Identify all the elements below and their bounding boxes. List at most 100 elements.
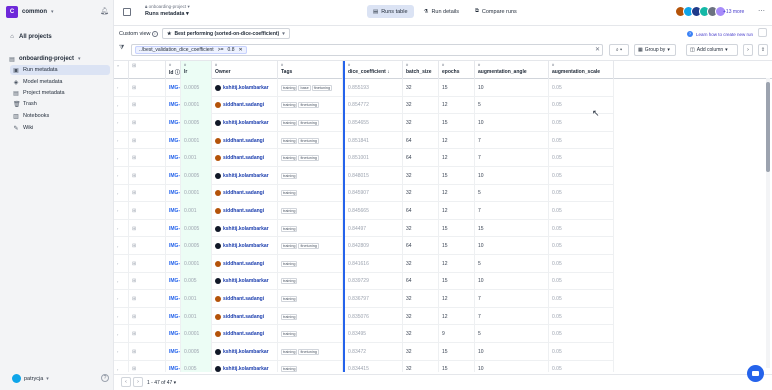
table-cell[interactable]: 7 (475, 202, 549, 220)
table-cell[interactable]: training (278, 325, 343, 343)
table-cell[interactable]: 0.0001 (181, 131, 212, 150)
table-cell[interactable]: siddhant.sadangi (212, 307, 278, 326)
table-cell[interactable]: 0.05 (549, 114, 614, 132)
breadcrumb[interactable]: 🔒︎ onboarding-project ▾ (145, 4, 190, 10)
table-cell[interactable]: ⊞ (129, 272, 166, 291)
table-cell[interactable]: 0.851841 (343, 131, 403, 150)
table-cell[interactable]: ⊞ (129, 360, 166, 372)
column-header-pin-col[interactable]: ⊞ (129, 61, 166, 79)
run-id-link[interactable]: IMG-232 (169, 138, 180, 144)
table-cell[interactable]: 0.0005 (181, 79, 212, 97)
table-cell[interactable]: IMG-155 (166, 79, 181, 97)
table-cell[interactable]: 0.835076 (343, 307, 403, 326)
table-row[interactable]: › ⊞ IMG-151 0.0005 kshitij.kolambarkar traini… (114, 167, 614, 185)
table-cell[interactable]: 32 (403, 167, 439, 185)
expand-row-icon[interactable]: › (117, 332, 118, 337)
sidebar-item-wiki[interactable]: ✎ Wiki (10, 123, 110, 133)
table-cell[interactable]: 0.848015 (343, 167, 403, 185)
tag-badge[interactable]: training (281, 155, 298, 162)
table-cell[interactable]: 0.001 (181, 307, 212, 326)
table-cell[interactable]: 0.05 (549, 149, 614, 167)
tag-badge[interactable]: training (281, 190, 298, 197)
expand-row-icon[interactable]: › (117, 367, 118, 372)
table-cell[interactable]: 12 (439, 255, 475, 273)
tag-badge[interactable]: training (281, 260, 298, 267)
table-cell[interactable]: 0.0001 (181, 184, 212, 203)
expand-button[interactable]: › (743, 44, 753, 56)
info-icon[interactable]: i (152, 31, 158, 37)
table-cell[interactable]: 5 (475, 325, 549, 343)
table-cell[interactable]: ⊞ (129, 290, 166, 308)
table-cell[interactable]: ⊞ (129, 167, 166, 185)
table-cell[interactable]: 7 (475, 290, 549, 308)
table-cell[interactable]: 0.841616 (343, 255, 403, 273)
expand-row-icon[interactable]: › (117, 349, 118, 354)
table-cell[interactable]: 0.001 (181, 202, 212, 220)
run-id-link[interactable]: IMG-223 (169, 155, 180, 161)
view-select[interactable]: ★ Best performing (sorted-on-dice-coeffi… (162, 28, 290, 39)
table-cell[interactable]: › (114, 149, 129, 167)
pin-icon[interactable]: ⊞ (132, 138, 136, 144)
table-cell[interactable]: IMG-225 (166, 202, 181, 220)
table-cell[interactable]: 10 (475, 79, 549, 97)
table-row[interactable]: › ⊞ IMG-224 0.001 siddhant.sadangi training 0.… (114, 290, 614, 308)
column-header-expand-col[interactable]: » (114, 61, 129, 79)
table-cell[interactable]: › (114, 96, 129, 115)
table-row[interactable]: › ⊞ IMG-155 0.0005 kshitij.kolambarkar traini… (114, 79, 614, 97)
table-cell[interactable]: 0.851001 (343, 149, 403, 167)
tag-badge[interactable]: training (281, 207, 298, 214)
sidebar-item-notebooks[interactable]: ▥ Notebooks (10, 111, 110, 121)
column-header-id-col[interactable]: # Id ⓘ (166, 61, 181, 79)
add-column-button[interactable]: ◫ Add column ▾ (686, 44, 738, 56)
tag-badge[interactable]: finetuning (298, 243, 319, 250)
table-cell[interactable]: 0.855193 (343, 79, 403, 97)
more-options-icon[interactable]: ⋯ (758, 7, 765, 15)
expand-row-icon[interactable]: › (117, 103, 118, 108)
table-cell[interactable]: 64 (403, 131, 439, 150)
pin-icon[interactable]: ⊞ (132, 349, 136, 355)
expand-row-icon[interactable]: › (117, 208, 118, 213)
table-cell[interactable]: 15 (439, 219, 475, 238)
project-switcher[interactable]: ▤ onboarding-project ▾ (6, 54, 110, 64)
table-cell[interactable]: 15 (439, 360, 475, 372)
table-cell[interactable]: siddhant.sadangi (212, 325, 278, 343)
table-cell[interactable]: siddhant.sadangi (212, 290, 278, 308)
page-range[interactable]: 1 - 47 of 47 ▾ (147, 380, 176, 386)
table-cell[interactable]: IMG-206 (166, 96, 181, 115)
table-cell[interactable]: IMG-198 (166, 255, 181, 273)
table-cell[interactable]: › (114, 114, 129, 132)
table-cell[interactable]: 15 (439, 237, 475, 255)
table-row[interactable]: › ⊞ IMG-148 0.005 kshitij.kolambarkar trainin… (114, 272, 614, 291)
pin-icon[interactable]: ⊞ (132, 173, 136, 179)
table-cell[interactable]: 32 (403, 114, 439, 132)
table-row[interactable]: › ⊞ IMG-199 0.0001 siddhant.sadangi training 0… (114, 184, 614, 203)
view-options-button[interactable] (758, 28, 767, 37)
table-cell[interactable]: 0.0005 (181, 219, 212, 238)
table-cell[interactable]: 12 (439, 131, 475, 150)
table-cell[interactable]: 64 (403, 237, 439, 255)
table-cell[interactable]: training (278, 167, 343, 185)
table-cell[interactable]: training finetuning (278, 131, 343, 150)
table-cell[interactable]: 0.001 (181, 149, 212, 167)
table-cell[interactable]: kshitij.kolambarkar (212, 114, 278, 132)
table-cell[interactable]: IMG-148 (166, 272, 181, 291)
table-cell[interactable]: kshitij.kolambarkar (212, 167, 278, 185)
column-header-lr-col[interactable]: # lr (181, 61, 212, 79)
table-cell[interactable]: IMG-182 (166, 219, 181, 238)
table-cell[interactable]: training (278, 184, 343, 203)
table-cell[interactable]: 10 (475, 114, 549, 132)
table-cell[interactable]: 15 (439, 114, 475, 132)
table-cell[interactable]: › (114, 219, 129, 238)
table-cell[interactable]: 12 (439, 307, 475, 326)
table-cell[interactable]: 15 (439, 79, 475, 97)
table-cell[interactable]: › (114, 360, 129, 372)
table-cell[interactable]: training (278, 360, 343, 372)
group-by-button[interactable]: ▦ Group by ▾ (634, 44, 676, 56)
pin-icon[interactable]: ⊞ (132, 243, 136, 249)
column-header-augmentation-scale-col[interactable]: # augmentation_scale (549, 61, 614, 79)
table-cell[interactable]: 0.854772 (343, 96, 403, 115)
run-id-link[interactable]: IMG-153 (169, 349, 180, 355)
expand-row-icon[interactable]: › (117, 244, 118, 249)
all-projects-link[interactable]: ⌂ All projects (6, 32, 110, 42)
table-row[interactable]: › ⊞ IMG-232 0.0001 siddhant.sadangi trainingf… (114, 131, 614, 150)
